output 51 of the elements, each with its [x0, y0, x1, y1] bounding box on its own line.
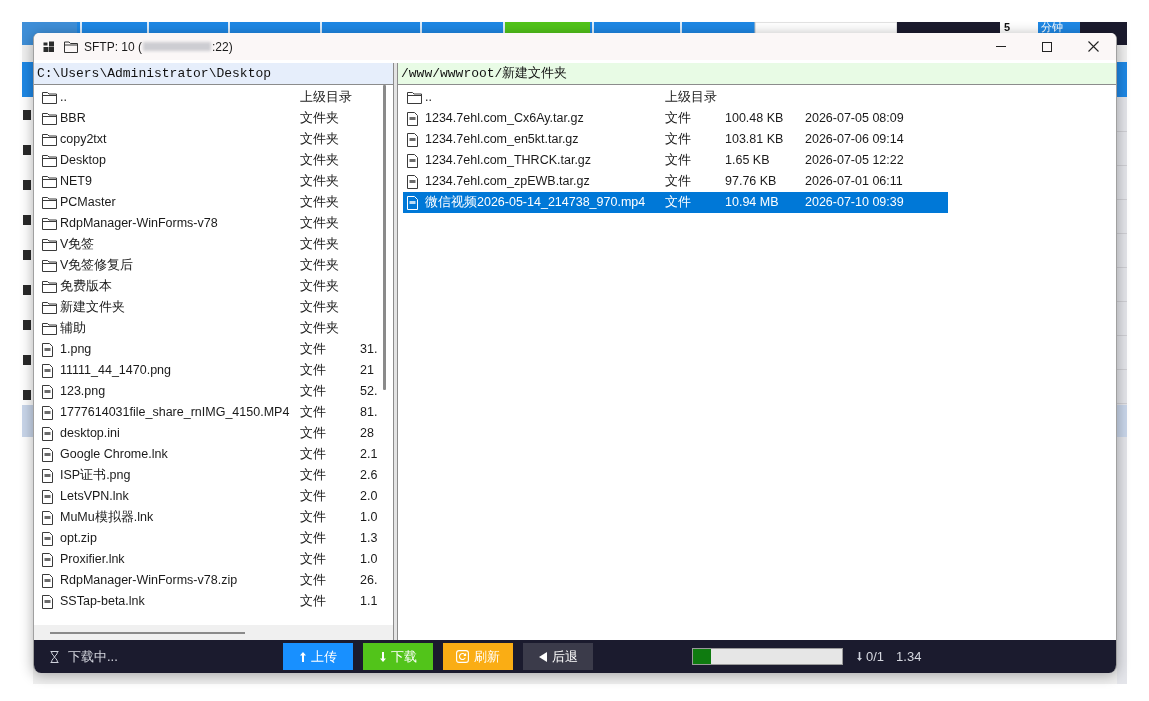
file-size: 2.0: [360, 488, 379, 505]
arrow-up-icon: [299, 651, 306, 662]
file-name: LetsVPN.lnk: [60, 488, 130, 505]
file-icon: [42, 531, 53, 546]
file-name: ISP证书.png: [60, 467, 132, 484]
file-type: 文件: [300, 572, 327, 589]
transfer-speed: 1.34: [896, 649, 922, 664]
file-row[interactable]: ISP证书.png 文件 2.6: [38, 465, 381, 486]
file-size: 26.: [360, 572, 379, 589]
refresh-icon: [456, 650, 469, 663]
back-button[interactable]: 后退: [523, 643, 593, 670]
file-row[interactable]: SSTap-beta.lnk 文件 1.1: [38, 591, 381, 612]
file-name: RdpManager-WinForms-v78.zip: [60, 572, 239, 589]
file-row[interactable]: Proxifier.lnk 文件 1.0: [38, 549, 381, 570]
file-icon: [42, 447, 53, 462]
transfer-count: 0/1: [866, 649, 885, 664]
file-icon: [42, 489, 53, 504]
file-type: 文件: [300, 446, 327, 463]
file-size: 1.0: [360, 551, 379, 568]
file-icon: [42, 510, 53, 525]
file-name: opt.zip: [60, 530, 98, 547]
file-icon: [42, 573, 53, 588]
file-icon: [42, 594, 53, 609]
file-row[interactable]: opt.zip 文件 1.3: [38, 528, 381, 549]
file-name: SSTap-beta.lnk: [60, 593, 146, 610]
file-row[interactable]: LetsVPN.lnk 文件 2.0: [38, 486, 381, 507]
file-name: Proxifier.lnk: [60, 551, 126, 568]
file-type: 文件: [300, 509, 327, 526]
file-type: 文件: [300, 593, 327, 610]
file-icon: [42, 468, 53, 483]
status-text: 下载中...: [68, 647, 118, 666]
file-size: 1.1: [360, 593, 379, 610]
file-icon: [42, 552, 53, 567]
file-row[interactable]: MuMu模拟器.lnk 文件 1.0: [38, 507, 381, 528]
hourglass-icon: [50, 650, 59, 663]
file-type: 文件: [300, 488, 327, 505]
file-row[interactable]: Google Chrome.lnk 文件 2.1: [38, 444, 381, 465]
arrow-down-icon: [379, 651, 386, 662]
file-size: 1.3: [360, 530, 379, 547]
arrow-down-icon: [857, 652, 862, 661]
file-size: 2.6: [360, 467, 379, 484]
scrollbar-thumb[interactable]: [50, 631, 245, 634]
file-type: 文件: [300, 467, 327, 484]
file-size: 1.0: [360, 509, 379, 526]
file-type: 文件: [300, 551, 327, 568]
file-name: MuMu模拟器.lnk: [60, 509, 155, 526]
file-size: 2.1: [360, 446, 379, 463]
file-type: 文件: [300, 530, 327, 547]
file-row[interactable]: RdpManager-WinForms-v78.zip 文件 26.: [38, 570, 381, 591]
file-name: Google Chrome.lnk: [60, 446, 169, 463]
triangle-left-icon: [538, 651, 547, 662]
